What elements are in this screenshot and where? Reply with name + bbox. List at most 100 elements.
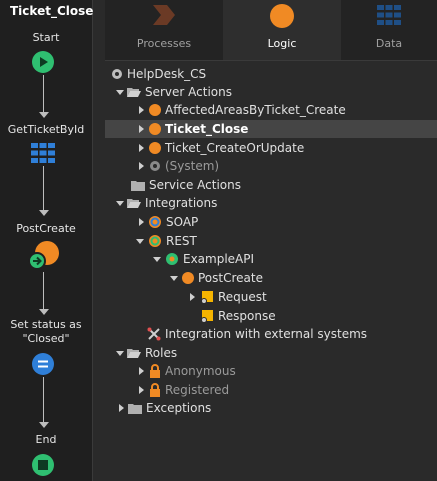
processes-icon (153, 5, 175, 25)
rest-method-icon (182, 272, 194, 284)
tree-item-system[interactable]: (System) (105, 157, 437, 175)
tree-item-label: SOAP (166, 215, 199, 229)
flow-title: Ticket_Close (10, 4, 94, 18)
tree-item-server-actions[interactable]: Server Actions (105, 83, 437, 101)
tree-item-soap[interactable]: SOAP (105, 213, 437, 231)
chevron-right-icon[interactable] (136, 124, 146, 134)
server-action-icon (149, 142, 161, 154)
tree-item-exceptions[interactable]: Exceptions (105, 399, 437, 417)
tree-item-label: Registered (165, 383, 230, 397)
tree-item-label: Integrations (145, 196, 218, 210)
tree-item-label: Service Actions (149, 178, 241, 192)
module-icon (112, 69, 122, 79)
tree-item-label: Request (218, 290, 267, 304)
tab-processes[interactable]: Processes (105, 0, 223, 60)
chevron-right-icon[interactable] (136, 217, 146, 227)
tree-item-example-api[interactable]: ExampleAPI (105, 250, 437, 268)
logic-icon (270, 4, 294, 28)
integration-icon (147, 327, 161, 341)
tree-item-integration-external[interactable]: Integration with external systems (105, 325, 437, 343)
chevron-down-icon[interactable] (152, 254, 162, 264)
tree-item-label: Exceptions (146, 401, 212, 415)
tab-logic[interactable]: Logic (223, 0, 341, 60)
flow-canvas[interactable]: Ticket_Close Start GetTicketById PostCre… (0, 0, 93, 481)
tree-item-response[interactable]: Response (105, 307, 437, 325)
set-status-label-2: "Closed" (22, 332, 70, 345)
tree-item-registered[interactable]: Registered (105, 381, 437, 399)
assign-icon (32, 353, 54, 375)
chevron-right-icon[interactable] (136, 366, 146, 376)
tree-item-post-create[interactable]: PostCreate (105, 269, 437, 287)
tree-item-anonymous[interactable]: Anonymous (105, 362, 437, 380)
end-label: End (35, 433, 57, 446)
soap-icon (149, 216, 161, 228)
tree-item-affected-areas[interactable]: AffectedAreasByTicket_Create (105, 101, 437, 119)
tree-item-label: PostCreate (198, 271, 263, 285)
chevron-right-icon[interactable] (136, 385, 146, 395)
folder-open-icon (127, 199, 141, 208)
action-node[interactable] (28, 240, 60, 274)
server-action-icon (28, 241, 59, 270)
server-action-icon (149, 104, 161, 116)
play-icon (32, 51, 54, 73)
chevron-down-icon[interactable] (135, 236, 145, 246)
folder-open-icon (127, 349, 141, 358)
tree-item-roles[interactable]: Roles (105, 344, 437, 362)
tree-item-rest[interactable]: REST (105, 232, 437, 250)
arrow-down-icon (39, 112, 49, 118)
set-status-label-1: Set status as (10, 318, 82, 331)
arrow-down-icon (39, 210, 49, 216)
arrow-down-icon (39, 309, 49, 315)
structure-icon (201, 291, 213, 304)
tree-item-label: Integration with external systems (165, 327, 368, 341)
tree-item-label: Ticket_Close (165, 122, 249, 136)
start-label: Start (32, 31, 60, 44)
tree-item-label: Anonymous (165, 364, 236, 378)
tree-item-request[interactable]: Request (105, 288, 437, 306)
folder-open-icon (127, 88, 141, 97)
lock-icon (150, 364, 160, 378)
tree-item-label: Roles (145, 346, 178, 360)
tree-item-label: Ticket_CreateOrUpdate (165, 141, 305, 155)
tree-item-label: ExampleAPI (183, 252, 255, 266)
tree-item-ticket-create[interactable]: Ticket_CreateOrUpdate (105, 139, 437, 157)
arrow-down-icon (39, 422, 49, 428)
chevron-down-icon[interactable] (115, 348, 125, 358)
aggregate-node[interactable] (30, 142, 56, 168)
chevron-right-icon[interactable] (116, 403, 126, 413)
chevron-right-icon[interactable] (187, 292, 197, 302)
get-ticket-label: GetTicketById (7, 123, 85, 136)
rest-api-icon (166, 253, 178, 265)
chevron-down-icon[interactable] (115, 87, 125, 97)
assign-node[interactable] (31, 352, 55, 380)
tree-item-label: REST (166, 234, 197, 248)
chevron-right-icon[interactable] (136, 105, 146, 115)
tree-item-label: AffectedAreasByTicket_Create (165, 103, 346, 117)
tree-item-ticket-close[interactable]: Ticket_Close (105, 120, 437, 138)
server-action-icon (149, 123, 161, 135)
tree-item-label: Response (218, 309, 276, 323)
tree-item-root[interactable]: HelpDesk_CS (105, 65, 437, 83)
start-node[interactable] (32, 51, 54, 73)
post-create-label: PostCreate (16, 222, 76, 235)
tree-item-label: HelpDesk_CS (127, 67, 207, 81)
structure-icon (201, 310, 213, 323)
tab-label: Data (375, 37, 403, 50)
tree-item-label: (System) (165, 159, 220, 173)
tab-bar: Processes Logic Data (105, 0, 437, 61)
rest-icon (149, 235, 161, 247)
chevron-right-icon[interactable] (136, 143, 146, 153)
end-node[interactable] (32, 454, 54, 476)
tab-data[interactable]: Data (341, 0, 437, 60)
flow-connector (43, 75, 44, 113)
tree-item-label: Server Actions (145, 85, 232, 99)
chevron-right-icon[interactable] (136, 161, 146, 171)
flow-connector (43, 166, 44, 211)
flow-connector (43, 272, 44, 310)
folder-icon (128, 403, 142, 414)
tree-item-integrations[interactable]: Integrations (105, 194, 437, 212)
chevron-down-icon[interactable] (115, 198, 125, 208)
folder-icon (131, 180, 145, 191)
chevron-down-icon[interactable] (169, 273, 179, 283)
tree-item-service-actions[interactable]: Service Actions (105, 176, 437, 194)
